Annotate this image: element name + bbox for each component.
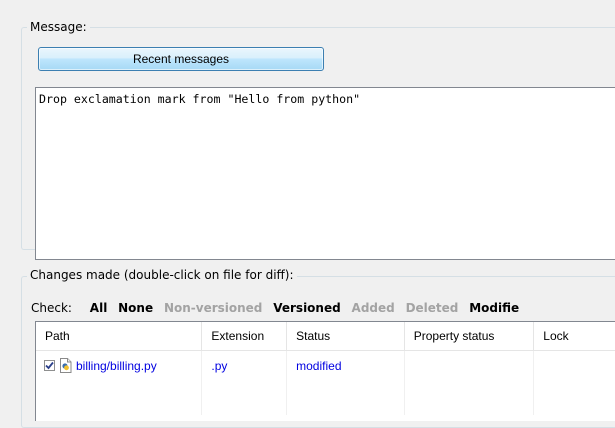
check-all-link[interactable]: All (90, 301, 108, 315)
path-cell: billing/billing.py (36, 351, 203, 415)
message-group-title: Message: (27, 20, 90, 34)
checkmark-icon (45, 361, 54, 370)
column-header-lock[interactable]: Lock (534, 322, 615, 350)
check-label: Check: (31, 301, 72, 315)
path-text: billing/billing.py (76, 359, 157, 373)
check-none-link[interactable]: None (118, 301, 153, 315)
check-non-versioned-link[interactable]: Non-versioned (164, 301, 262, 315)
extension-cell: .py (202, 351, 288, 415)
row-checkbox[interactable] (44, 360, 55, 371)
python-file-icon (60, 358, 72, 373)
table-row[interactable]: billing/billing.py .py modified (36, 351, 615, 415)
check-added-link[interactable]: Added (352, 301, 395, 315)
list-header: Path Extension Status Property status Lo… (36, 322, 615, 351)
lock-cell (534, 351, 615, 415)
changes-list[interactable]: Path Extension Status Property status Lo… (35, 321, 615, 421)
check-modified-link[interactable]: Modifie (469, 301, 519, 315)
changes-group-title: Changes made (double-click on file for d… (27, 268, 297, 282)
check-deleted-link[interactable]: Deleted (406, 301, 459, 315)
property-status-cell (405, 351, 535, 415)
column-header-property-status[interactable]: Property status (405, 322, 535, 350)
commit-message-textarea[interactable]: Drop exclamation mark from "Hello from p… (35, 87, 615, 260)
status-cell: modified (287, 351, 405, 415)
column-header-extension[interactable]: Extension (202, 322, 288, 350)
check-versioned-link[interactable]: Versioned (273, 301, 340, 315)
column-header-status[interactable]: Status (287, 322, 405, 350)
recent-messages-button[interactable]: Recent messages (38, 47, 324, 71)
column-header-path[interactable]: Path (36, 322, 203, 350)
check-filter-row: Check: All None Non-versioned Versioned … (31, 299, 526, 317)
